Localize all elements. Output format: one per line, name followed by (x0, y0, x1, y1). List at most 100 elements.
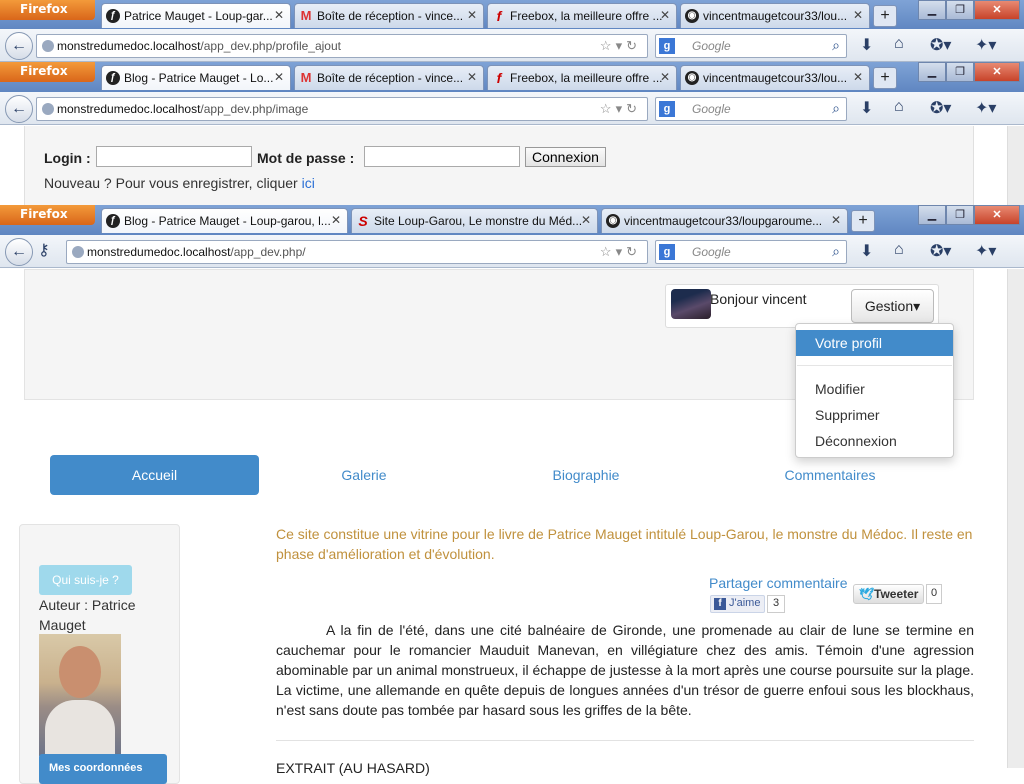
login-button[interactable]: Connexion (525, 147, 606, 167)
search-icon[interactable]: ⌕ (832, 243, 840, 260)
bookmarks-icon[interactable]: ✪▾ (930, 98, 951, 118)
restore-icon[interactable]: ❐ (946, 62, 974, 82)
home-icon[interactable]: ⌂ (894, 98, 904, 116)
globe-icon (42, 40, 54, 52)
tab[interactable]: M Boîte de réception - vince... ✕ (294, 3, 484, 28)
close-icon[interactable]: ✕ (467, 70, 477, 84)
search-bar[interactable]: g Google ⌕ (655, 240, 847, 264)
minimize-icon[interactable]: ▁ (918, 62, 946, 82)
tab[interactable]: ◉ vincentmaugetcour33/lou... ✕ (680, 65, 870, 90)
who-am-i-button[interactable]: Qui suis-je ? (39, 565, 132, 595)
home-icon[interactable]: ⌂ (894, 241, 904, 259)
gestion-dropdown-button[interactable]: Gestion▾ (851, 289, 934, 323)
tab-bar: Firefox ƒ Patrice Mauget - Loup-gar... ✕… (0, 0, 1024, 30)
author-label: Auteur : Patrice Mauget (39, 597, 136, 633)
password-input[interactable] (364, 146, 520, 167)
search-placeholder: Google (692, 245, 731, 259)
new-tab-button[interactable]: + (851, 210, 875, 232)
back-icon[interactable]: ← (5, 95, 33, 123)
addon-icon[interactable]: ✦▾ (975, 35, 996, 55)
tab[interactable]: S Site Loup-Garou, Le monstre du Méd... … (351, 208, 598, 233)
download-icon[interactable]: ⬇ (860, 241, 873, 261)
tab[interactable]: f Freebox, la meilleure offre ... ✕ (487, 3, 677, 28)
close-icon[interactable]: ✕ (467, 8, 477, 22)
tab-label: vincentmaugetcour33/loupgaroume... (624, 214, 823, 228)
close-icon[interactable]: ✕ (660, 70, 670, 84)
close-icon[interactable]: ✕ (831, 213, 841, 227)
home-icon[interactable]: ⌂ (894, 35, 904, 53)
tab[interactable]: ƒ Blog - Patrice Mauget - Loup-garou, l.… (101, 208, 348, 233)
close-icon[interactable]: ✕ (581, 213, 591, 227)
caret-down-icon: ▾ (913, 298, 921, 314)
greeting: Bonjour vincent (710, 291, 807, 307)
menu-item-edit[interactable]: Modifier (796, 376, 953, 402)
close-icon[interactable]: ✕ (853, 8, 863, 22)
url-bar[interactable]: monstredumedoc.localhost/app_dev.php/ ☆▾… (66, 240, 648, 264)
url-path: /app_dev.php/profile_ajout (200, 39, 341, 53)
scrollbar[interactable] (1007, 126, 1024, 205)
restore-icon[interactable]: ❐ (946, 0, 974, 20)
search-bar[interactable]: g Google ⌕ (655, 34, 847, 58)
close-window-icon[interactable]: ✕ (974, 62, 1020, 82)
tab[interactable]: ƒ Blog - Patrice Mauget - Lo... ✕ (101, 65, 291, 90)
tab[interactable]: ƒ Patrice Mauget - Loup-gar... ✕ (101, 3, 291, 28)
menu-item-profile[interactable]: Votre profil (796, 330, 953, 356)
close-icon[interactable]: ✕ (274, 70, 284, 84)
nav-biographie[interactable]: Biographie (486, 455, 686, 495)
minimize-icon[interactable]: ▁ (918, 205, 946, 225)
download-icon[interactable]: ⬇ (860, 98, 873, 118)
close-window-icon[interactable]: ✕ (974, 0, 1020, 20)
nav-galerie[interactable]: Galerie (264, 455, 464, 495)
register-link[interactable]: ici (302, 175, 315, 191)
url-bar[interactable]: monstredumedoc.localhost/app_dev.php/ima… (36, 97, 648, 121)
url-path: /app_dev.php/ (230, 245, 306, 259)
menu-item-delete[interactable]: Supprimer (796, 402, 953, 428)
tab-bar: Firefox ƒ Blog - Patrice Mauget - Loup-g… (0, 205, 1024, 235)
minimize-icon[interactable]: ▁ (918, 0, 946, 20)
back-icon[interactable]: ← (5, 238, 33, 266)
close-icon[interactable]: ✕ (853, 70, 863, 84)
tweet-count: 0 (926, 584, 943, 604)
nav-accueil[interactable]: Accueil (50, 455, 259, 495)
restore-icon[interactable]: ❐ (946, 205, 974, 225)
firefox-menu-button[interactable]: Firefox (0, 62, 95, 82)
menu-item-logout[interactable]: Déconnexion (796, 428, 953, 454)
close-icon[interactable]: ✕ (274, 8, 284, 22)
firefox-menu-button[interactable]: Firefox (0, 205, 95, 225)
nav-toolbar: ← monstredumedoc.localhost/app_dev.php/i… (0, 92, 1024, 125)
bookmarks-icon[interactable]: ✪▾ (930, 35, 951, 55)
bookmark-star-icon[interactable]: ☆▾↻ (600, 244, 641, 260)
tab[interactable]: ◉ vincentmaugetcour33/lou... ✕ (680, 3, 870, 28)
tweet-button[interactable]: 🕊 Tweeter (853, 584, 925, 604)
bookmarks-icon[interactable]: ✪▾ (930, 241, 951, 261)
contact-button[interactable]: Mes coordonnées (39, 754, 167, 784)
close-window-icon[interactable]: ✕ (974, 205, 1020, 225)
nav-commentaires[interactable]: Commentaires (730, 455, 930, 495)
new-tab-button[interactable]: + (873, 5, 897, 27)
download-icon[interactable]: ⬇ (860, 35, 873, 55)
share-link[interactable]: Partager commentaire (709, 575, 848, 591)
addon-icon[interactable]: ✦▾ (975, 241, 996, 261)
close-icon[interactable]: ✕ (660, 8, 670, 22)
symfony-icon: ƒ (106, 71, 120, 85)
scrollbar[interactable] (1007, 269, 1024, 768)
new-tab-button[interactable]: + (873, 67, 897, 89)
search-icon[interactable]: ⌕ (832, 37, 840, 54)
key-icon[interactable]: ⚷ (38, 240, 50, 260)
password-label: Mot de passe : (257, 150, 355, 166)
tab-label: Freebox, la meilleure offre ... (510, 71, 663, 85)
tab[interactable]: ◉ vincentmaugetcour33/loupgaroume... ✕ (601, 208, 848, 233)
url-bar[interactable]: monstredumedoc.localhost/app_dev.php/pro… (36, 34, 648, 58)
close-icon[interactable]: ✕ (331, 213, 341, 227)
firefox-menu-button[interactable]: Firefox (0, 0, 95, 20)
tab[interactable]: M Boîte de réception - vince... ✕ (294, 65, 484, 90)
facebook-like-button[interactable]: f J'aime (710, 595, 766, 613)
tab[interactable]: f Freebox, la meilleure offre ... ✕ (487, 65, 677, 90)
search-bar[interactable]: g Google ⌕ (655, 97, 847, 121)
bookmark-star-icon[interactable]: ☆▾↻ (600, 38, 641, 54)
bookmark-star-icon[interactable]: ☆▾↻ (600, 101, 641, 117)
login-input[interactable] (96, 146, 252, 167)
back-icon[interactable]: ← (5, 32, 33, 60)
search-icon[interactable]: ⌕ (832, 100, 840, 117)
addon-icon[interactable]: ✦▾ (975, 98, 996, 118)
